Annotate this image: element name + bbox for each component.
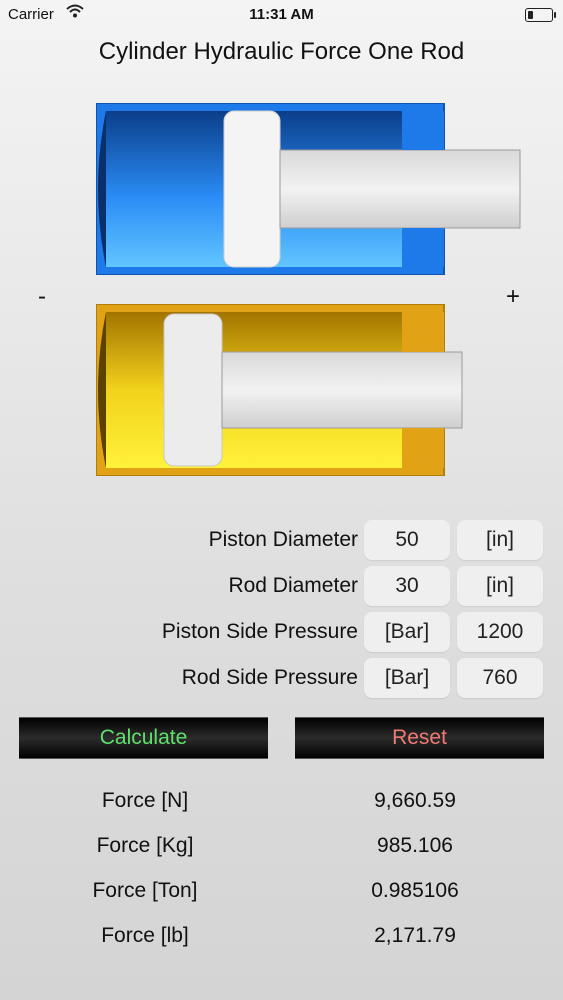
plus-sign: + [506,283,521,310]
rod-diameter-label: Rod Diameter [228,574,358,597]
result-value: 985.106 [377,834,453,857]
result-value: 9,660.59 [374,789,456,812]
page-title: Cylinder Hydraulic Force One Rod [98,38,465,65]
piston-diameter-row: Piston Diameter 50 [in] [0,520,563,560]
blue-cylinder-diagram [96,103,521,275]
result-row-kg: Force [Kg] 985.106 [0,834,563,864]
piston-side-pressure-label: Piston Side Pressure [161,620,358,643]
calculate-button[interactable]: Calculate [19,717,268,759]
rod-side-pressure-input[interactable]: 760 [457,658,543,698]
result-row-ton: Force [Ton] 0.985106 [0,879,563,909]
result-label: Force [Ton] [92,879,198,902]
result-row-lb: Force [lb] 2,171.79 [0,924,563,954]
result-value: 0.985106 [371,879,459,902]
rod-diameter-row: Rod Diameter 30 [in] [0,566,563,606]
result-row-newton: Force [N] 9,660.59 [0,789,563,819]
rod-diameter-unit-button[interactable]: [in] [457,566,543,606]
piston-side-pressure-input[interactable]: 1200 [457,612,543,652]
piston-diameter-unit-button[interactable]: [in] [457,520,543,560]
rod-side-pressure-row: Rod Side Pressure [Bar] 760 [0,658,563,698]
status-time: 11:31 AM [249,6,314,23]
status-bar: Carrier 11:31 AM [0,0,563,30]
piston-diameter-label: Piston Diameter [208,528,358,551]
result-label: Force [lb] [101,924,189,947]
minus-sign: - [38,283,46,310]
reset-button[interactable]: Reset [295,717,544,759]
rod-diameter-input[interactable]: 30 [364,566,450,606]
rod-side-pressure-label: Rod Side Pressure [181,666,358,689]
result-label: Force [N] [101,789,189,812]
result-value: 2,171.79 [374,924,456,947]
piston-diameter-input[interactable]: 50 [364,520,450,560]
piston-side-pressure-row: Piston Side Pressure [Bar] 1200 [0,612,563,652]
yellow-cylinder-diagram [96,304,463,476]
result-label: Force [Kg] [96,834,194,857]
rod-side-pressure-unit-button[interactable]: [Bar] [364,658,450,698]
battery-icon [525,8,556,22]
piston-side-pressure-unit-button[interactable]: [Bar] [364,612,450,652]
